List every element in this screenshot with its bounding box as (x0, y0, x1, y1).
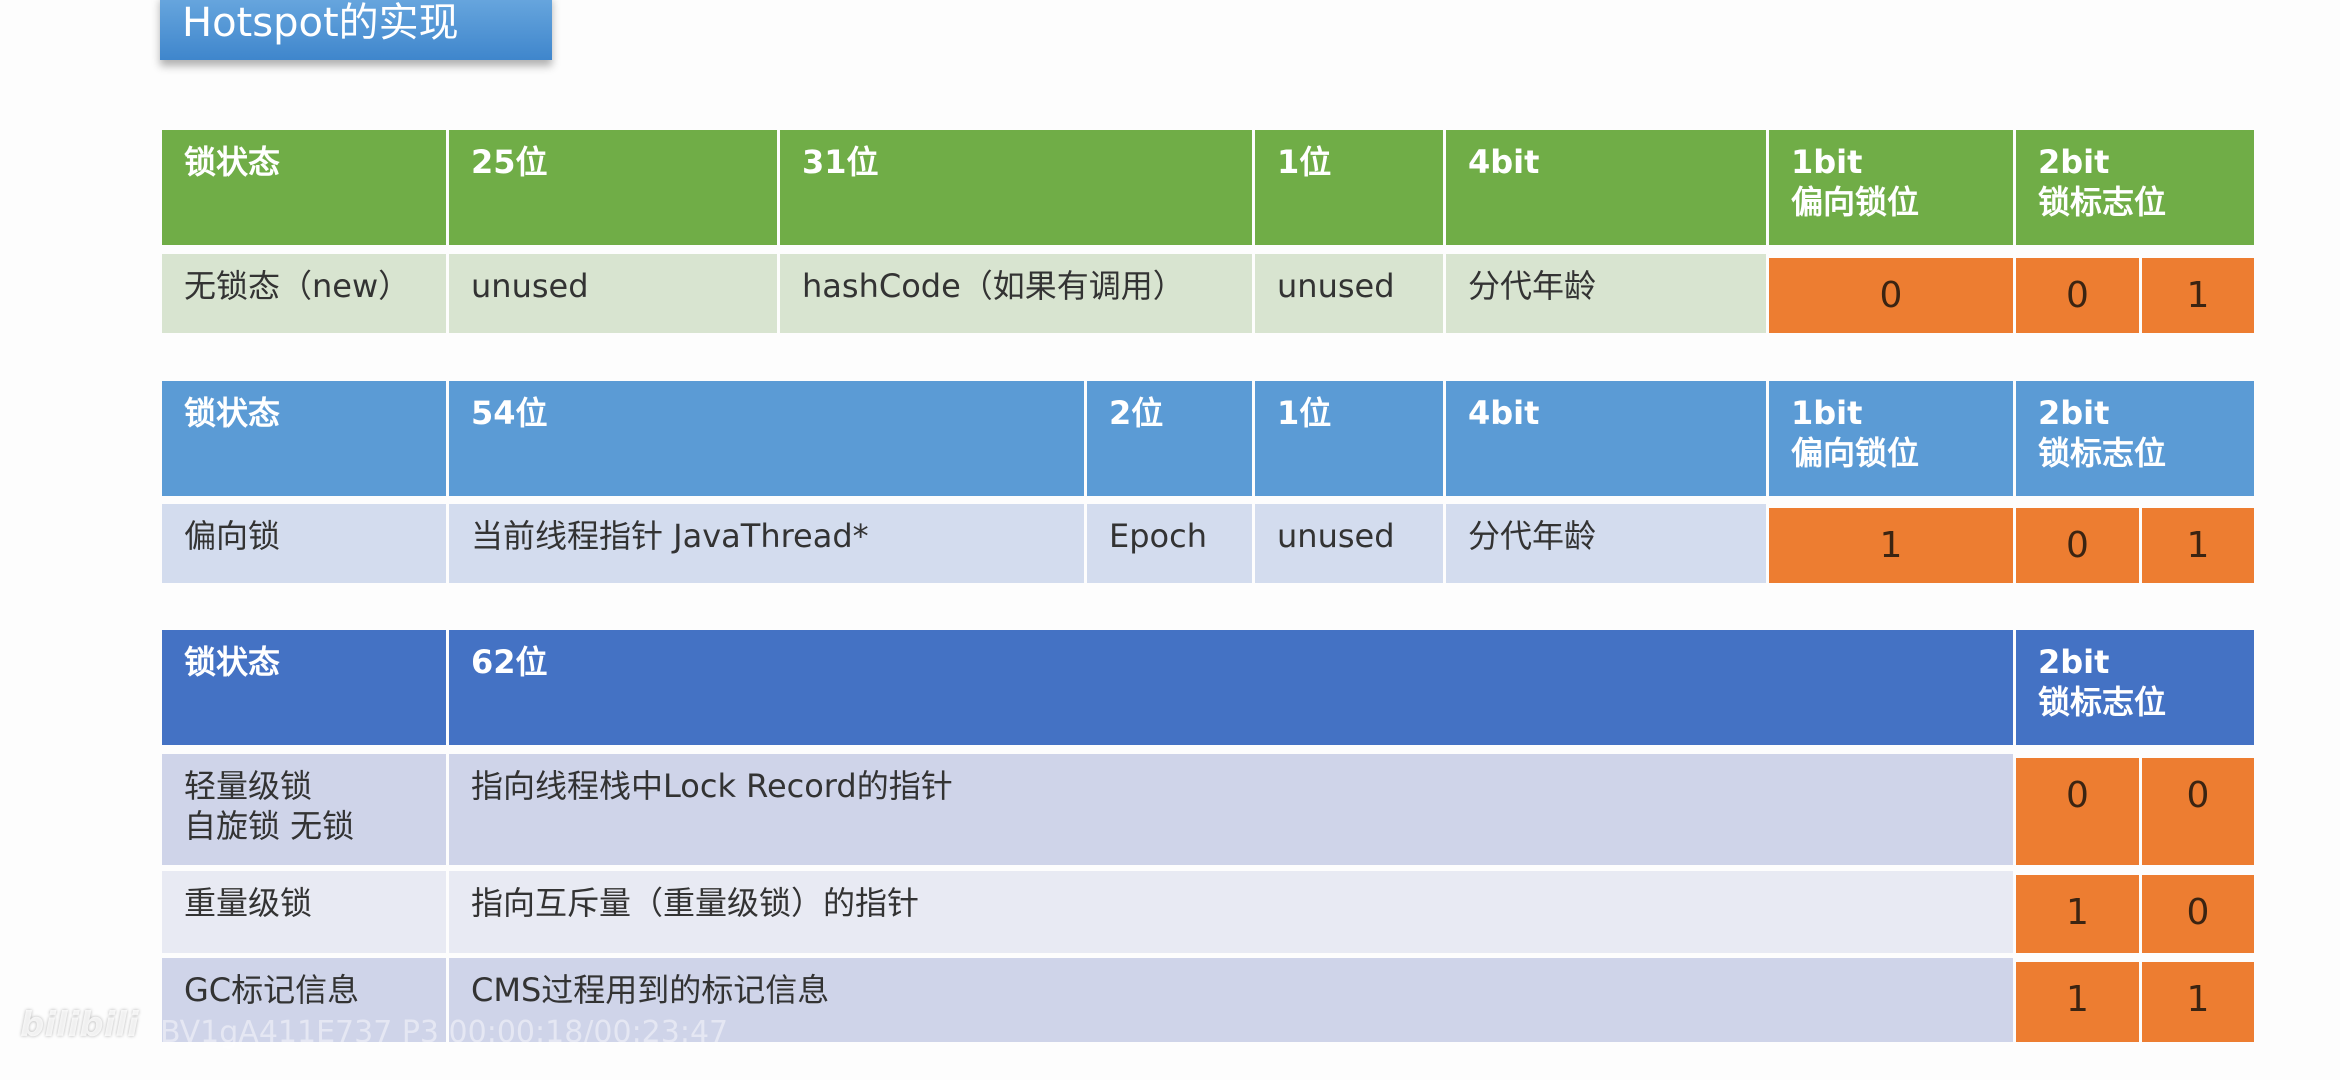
header-cell: 2位 (1087, 381, 1252, 496)
data-cell: 指向互斥量（重量级锁）的指针 (449, 871, 2013, 953)
header-cell: 2bit 锁标志位 (2016, 630, 2254, 745)
bit-value-cell: 1 (2016, 962, 2139, 1042)
bit-value-cell: 1 (2142, 962, 2254, 1042)
bit-value-cell: 1 (2142, 258, 2254, 333)
data-cell: 分代年龄 (1446, 504, 1766, 583)
data-cell: 偏向锁 (162, 504, 446, 583)
header-cell: 25位 (449, 130, 777, 245)
data-cell: 重量级锁 (162, 871, 446, 953)
header-cell: 62位 (449, 630, 2013, 745)
header-cell: 4bit (1446, 381, 1766, 496)
header-cell: 1位 (1255, 130, 1443, 245)
header-cell: 2bit 锁标志位 (2016, 130, 2254, 245)
slide-title: Hotspot的实现 (160, 0, 552, 60)
video-watermark: BV1gA411E737 P3 00:00:18/00:23:47 (160, 1015, 729, 1050)
bit-value-cell: 0 (2016, 758, 2139, 865)
header-cell: 4bit (1446, 130, 1766, 245)
data-cell: 指向线程栈中Lock Record的指针 (449, 754, 2013, 865)
header-cell: 锁状态 (162, 630, 446, 745)
data-cell: 轻量级锁 自旋锁 无锁 (162, 754, 446, 865)
bit-value-cell: 1 (2142, 508, 2254, 583)
data-cell: 分代年龄 (1446, 254, 1766, 333)
header-cell: 锁状态 (162, 130, 446, 245)
data-cell: 当前线程指针 JavaThread* (449, 504, 1084, 583)
data-cell: unused (1255, 254, 1443, 333)
bit-value-cell: 1 (2016, 875, 2139, 953)
bit-value-cell: 1 (1769, 508, 2013, 583)
data-cell: unused (1255, 504, 1443, 583)
bit-value-cell: 0 (2016, 258, 2139, 333)
data-cell: Epoch (1087, 504, 1252, 583)
bit-value-cell: 0 (2016, 508, 2139, 583)
header-cell: 1bit 偏向锁位 (1769, 130, 2013, 245)
bilibili-logo: bilibili (20, 1005, 139, 1045)
data-cell: unused (449, 254, 777, 333)
bit-value-cell: 0 (2142, 758, 2254, 865)
header-cell: 54位 (449, 381, 1084, 496)
header-cell: 锁状态 (162, 381, 446, 496)
data-cell: hashCode（如果有调用） (780, 254, 1252, 333)
header-cell: 1位 (1255, 381, 1443, 496)
bit-value-cell: 0 (1769, 258, 2013, 333)
header-cell: 31位 (780, 130, 1252, 245)
data-cell: 无锁态（new） (162, 254, 446, 333)
header-cell: 2bit 锁标志位 (2016, 381, 2254, 496)
header-cell: 1bit 偏向锁位 (1769, 381, 2013, 496)
bit-value-cell: 0 (2142, 875, 2254, 953)
